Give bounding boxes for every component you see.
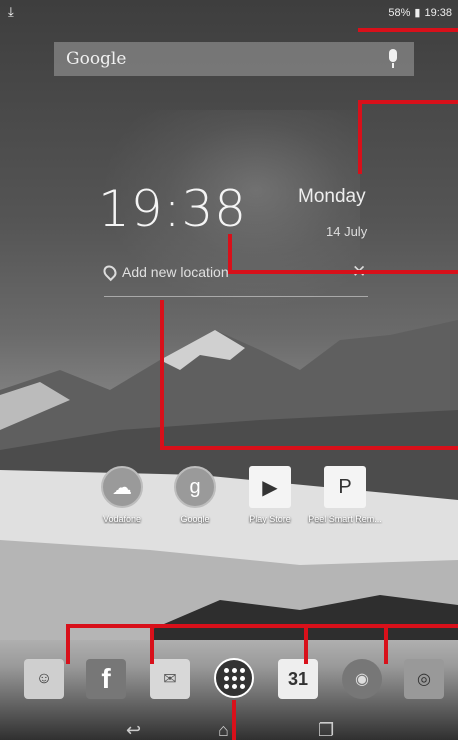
- vodafone-icon: ☁: [101, 466, 143, 508]
- back-icon[interactable]: ↩: [126, 720, 141, 740]
- calendar-day: 31: [287, 668, 309, 689]
- app-vodafone[interactable]: ☁ Vodafone: [82, 466, 162, 524]
- callout-status-bar: [358, 28, 458, 32]
- callout-wallpaper-horizontal: [160, 446, 458, 450]
- recent-apps-icon[interactable]: ❐: [318, 720, 334, 740]
- battery-icon: ▮: [414, 7, 421, 19]
- app-label: Google: [180, 514, 210, 524]
- calendar-icon[interactable]: 31: [278, 659, 318, 699]
- status-time: 19:38: [424, 6, 452, 19]
- home-icon[interactable]: ⌂: [218, 720, 229, 740]
- battery-level: 58%: [388, 6, 411, 19]
- facebook-icon[interactable]: f: [86, 659, 126, 699]
- callout-clock-horizontal: [228, 270, 458, 274]
- email-icon[interactable]: ✉: [150, 659, 190, 699]
- app-label: Vodafone: [102, 514, 142, 524]
- camera-icon[interactable]: ◎: [404, 659, 444, 699]
- clock-time[interactable]: 19:38: [98, 180, 247, 238]
- app-play-store[interactable]: ▶ Play Store: [230, 466, 310, 524]
- status-right: 58% ▮ 19:38: [388, 6, 452, 20]
- navigation-bar: ↩ ⌂ ❐: [0, 716, 458, 740]
- app-label: Peel Smart Rem...: [308, 514, 382, 524]
- all-apps-icon[interactable]: [214, 658, 254, 698]
- callout-clock-vertical: [228, 234, 232, 274]
- callout-dock-tick-2: [150, 624, 154, 664]
- callout-date-horizontal: [358, 100, 458, 104]
- callout-wallpaper-vertical: [160, 300, 164, 448]
- callout-dock-horizontal: [66, 624, 458, 628]
- browser-icon[interactable]: ◉: [342, 659, 382, 699]
- app-label: Play Store: [249, 514, 291, 524]
- callout-dock-tick-4: [384, 624, 388, 664]
- add-location-label: Add new location: [122, 264, 229, 280]
- contacts-icon[interactable]: ☺: [24, 659, 64, 699]
- status-bar: ⤓ 58% ▮ 19:38: [0, 0, 458, 26]
- peel-smart-remote-icon: P: [324, 466, 366, 508]
- location-pin-icon: [100, 262, 120, 282]
- widget-divider: [104, 296, 368, 297]
- app-peel-smart-remote[interactable]: P Peel Smart Rem...: [305, 466, 385, 524]
- play-store-icon: ▶: [249, 466, 291, 508]
- clock-day: Monday: [298, 186, 366, 207]
- add-location[interactable]: Add new location: [100, 262, 229, 282]
- google-search-bar[interactable]: Google: [54, 42, 414, 76]
- callout-date-vertical: [358, 100, 362, 174]
- callout-dock-tick-3: [304, 624, 308, 664]
- app-google[interactable]: g Google: [155, 466, 235, 524]
- callout-launcher: [232, 700, 236, 740]
- google-folder-icon: g: [174, 466, 216, 508]
- google-logo: Google: [66, 49, 127, 69]
- clock-date: 14 July: [326, 224, 368, 239]
- callout-dock-tick-1: [66, 624, 70, 664]
- microphone-icon[interactable]: [384, 48, 402, 70]
- download-icon: ⤓: [8, 4, 14, 19]
